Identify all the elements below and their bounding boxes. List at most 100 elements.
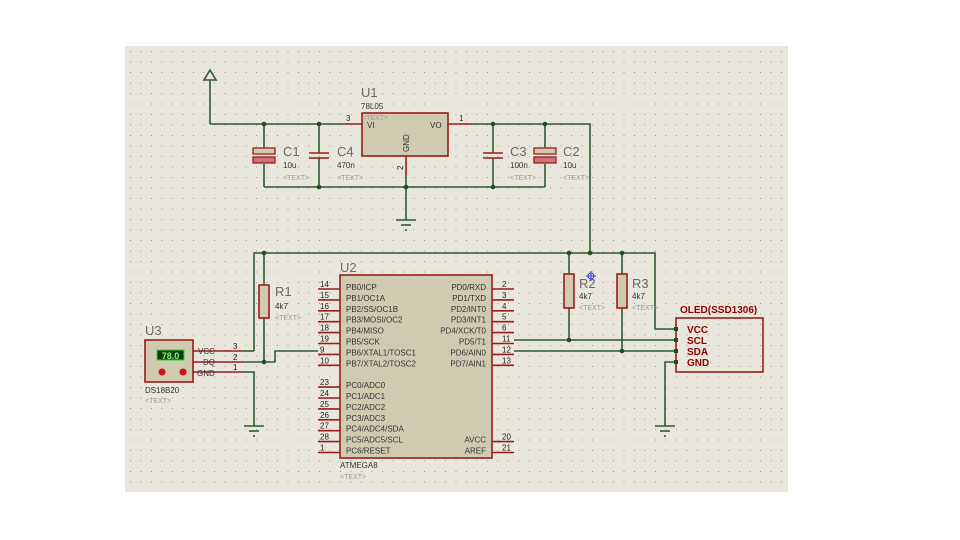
increase-button[interactable]: [179, 368, 187, 376]
c2-text: <TEXT>: [563, 175, 589, 182]
u2-ref: U2: [340, 260, 357, 275]
u2-pin-num: 17: [320, 313, 329, 322]
c3-ref: C3: [510, 144, 527, 159]
u2-pin-label: PC4/ADC4/SDA: [346, 425, 404, 434]
u3-pin-num: 1: [233, 363, 238, 372]
c1-value: 10u: [283, 161, 296, 170]
u2-pin-label: AVCC: [464, 436, 486, 445]
u1-text: <TEXT>: [362, 115, 388, 122]
u3-ref: U3: [145, 323, 162, 338]
u2-pin-num: 9: [320, 345, 325, 354]
u2-pin-num: 27: [320, 422, 329, 431]
u2-pin-label: PC2/ADC2: [346, 403, 386, 412]
u2-pin-label: PD5/T1: [459, 338, 487, 347]
u2-pin-num: 6: [502, 324, 507, 333]
u2-pin-label: PC5/ADC5/SCL: [346, 436, 403, 445]
u2-pin-num: 3: [502, 291, 507, 300]
u3-pin-label: GND: [197, 369, 215, 378]
c2-ref: C2: [563, 144, 580, 159]
oled-pin-sda: SDA: [687, 347, 708, 358]
u2-text: <TEXT>: [340, 474, 366, 481]
oled-pin-scl: SCL: [687, 336, 707, 347]
u2-pin-num: 1: [320, 444, 325, 453]
u2-pin-label: PB0/ICP: [346, 283, 377, 292]
u3-pin-label: DQ: [203, 358, 215, 367]
r3-text: <TEXT>: [632, 305, 658, 312]
c4-ref: C4: [337, 144, 354, 159]
u1-ref: U1: [361, 85, 378, 100]
r1-ref: R1: [275, 284, 292, 299]
u3-pin-num: 3: [233, 342, 238, 351]
c1-ref: C1: [283, 144, 300, 159]
r1-text: <TEXT>: [275, 315, 301, 322]
u2-pin-label: PB7/XTAL2/TOSC2: [346, 359, 417, 368]
u2-pin-label: PB5/SCK: [346, 338, 380, 347]
u2-pin-label: PD6/AIN0: [450, 348, 486, 357]
u2-pin-num: 18: [320, 324, 329, 333]
u2-pin-label: PD3/INT1: [451, 316, 487, 325]
u2-pin-label: PD7/AIN1: [450, 359, 486, 368]
u2-pin-num: 20: [502, 433, 511, 442]
r3-ref: R3: [632, 276, 649, 291]
u2-pin-label: PB1/OC1A: [346, 294, 386, 303]
r3-value: 4k7: [632, 292, 645, 301]
u2-pin-num: 16: [320, 302, 329, 311]
u3-pin-label: VCC: [198, 347, 215, 356]
u1-pin-gnd: GND: [402, 134, 411, 152]
u2-pin-label: AREF: [465, 447, 486, 456]
u2-pin-num: 12: [502, 345, 511, 354]
u2-pin-label: PC0/ADC0: [346, 381, 386, 390]
u1-pin-num: 3: [346, 114, 351, 123]
u2-pin-num: 13: [502, 356, 511, 365]
c2-value: 10u: [563, 161, 576, 170]
microcontroller-u2[interactable]: U2 ATMEGA8 <TEXT> 14 PB0/ICP15 PB1/OC1A16 P…: [318, 260, 514, 481]
u2-pin-num: 5: [502, 313, 507, 322]
c4-value: 470n: [337, 161, 355, 170]
oled-pin-gnd: GND: [687, 358, 709, 369]
u2-pin-label: PD0/RXD: [451, 283, 486, 292]
r1-value: 4k7: [275, 302, 288, 311]
u2-pin-num: 15: [320, 291, 329, 300]
u3-part: DS18B20: [145, 386, 180, 395]
u2-pin-label: PD2/INT0: [451, 305, 487, 314]
u2-pin-num: 21: [502, 444, 511, 453]
u2-pin-label: PC1/ADC1: [346, 392, 386, 401]
r2-text: <TEXT>: [579, 305, 605, 312]
u2-pin-label: PD4/XCK/T0: [440, 327, 486, 336]
oled-title: OLED(SSD1306): [680, 305, 757, 316]
u2-pin-num: 26: [320, 411, 329, 420]
u2-pin-num: 25: [320, 400, 329, 409]
u1-part: 78L05: [361, 102, 384, 111]
u2-pin-num: 10: [320, 356, 329, 365]
c4-text: <TEXT>: [337, 175, 363, 182]
c1-text: <TEXT>: [283, 175, 309, 182]
u1-pin-vi: VI: [367, 121, 375, 130]
u2-pin-label: PC6/RESET: [346, 447, 391, 456]
u2-pin-num: 28: [320, 433, 329, 442]
c3-value: 100n: [510, 161, 528, 170]
r2-value: 4k7: [579, 292, 592, 301]
u2-pin-num: 23: [320, 378, 329, 387]
u3-pin-num: 2: [233, 353, 238, 362]
u3-display-value: 78.0: [162, 351, 180, 361]
u2-pin-num: 11: [502, 335, 511, 344]
u1-pin-num: 1: [459, 114, 464, 123]
u2-pin-label: PB4/MISO: [346, 327, 384, 336]
u2-pin-label: PC3/ADC3: [346, 414, 386, 423]
u2-pin-label: PB3/MOSI/OC2: [346, 316, 403, 325]
u2-pin-label: PD1/TXD: [452, 294, 486, 303]
decrease-button[interactable]: [158, 368, 166, 376]
c3-text: <TEXT>: [510, 175, 536, 182]
schematic-canvas[interactable]: U1 78L05 <TEXT> VI VO GND 3 1 2 C1 10u <…: [0, 0, 960, 540]
u2-pin-label: PB2/SS/OC1B: [346, 305, 398, 314]
u3-text: <TEXT>: [145, 398, 171, 405]
u2-pin-num: 2: [502, 280, 507, 289]
u1-pin-vo: VO: [430, 121, 442, 130]
u2-pin-num: 24: [320, 389, 329, 398]
u2-pin-label: PB6/XTAL1/TOSC1: [346, 348, 417, 357]
u1-pin-num: 2: [396, 165, 405, 170]
u2-pin-num: 4: [502, 302, 507, 311]
u2-pin-num: 14: [320, 280, 329, 289]
u2-part: ATMEGA8: [340, 461, 378, 470]
u2-pin-num: 19: [320, 335, 329, 344]
